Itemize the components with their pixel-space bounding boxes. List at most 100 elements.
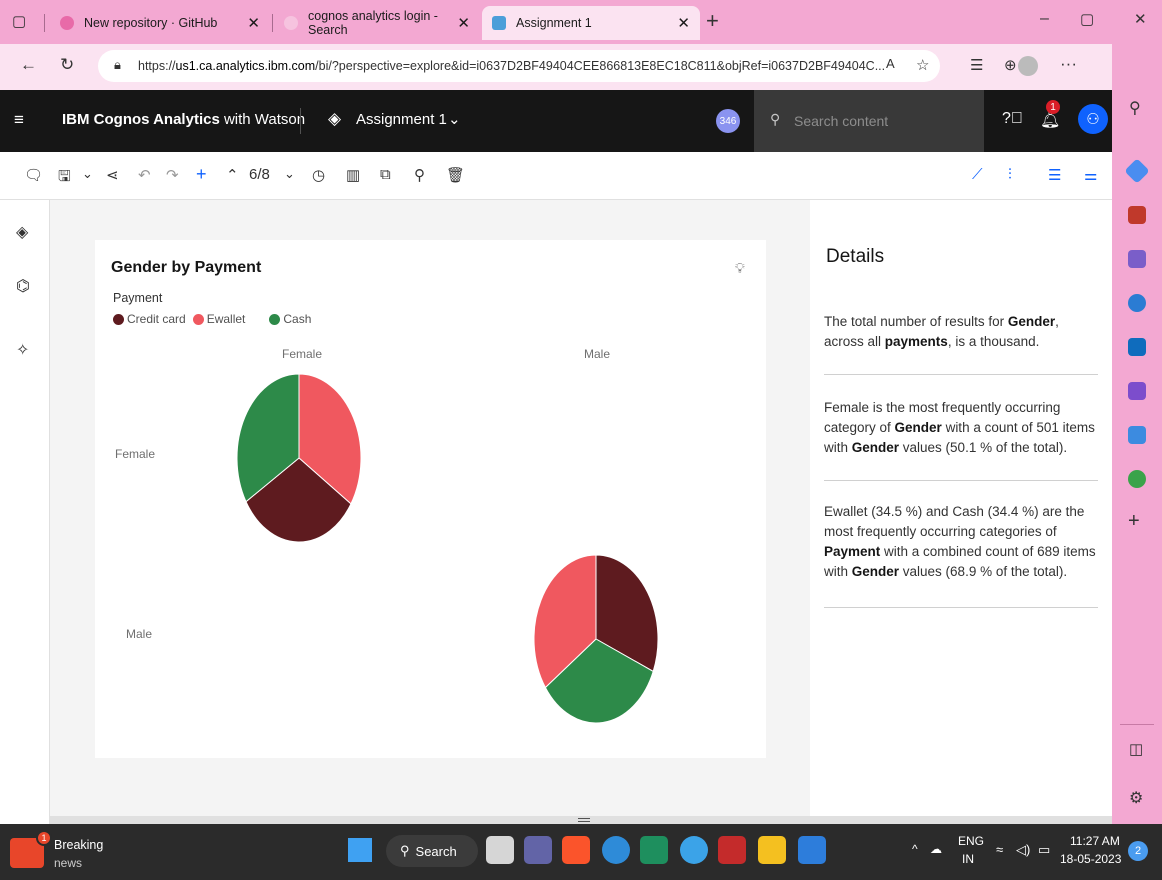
store-icon[interactable] [640, 836, 668, 864]
line-chart-icon[interactable]: ⟋ [972, 166, 983, 183]
history-icon[interactable]: ◷ [312, 166, 325, 184]
taskbar-search[interactable]: ⚲ Search [386, 835, 478, 867]
windows-start-icon[interactable] [348, 838, 372, 862]
add-icon[interactable]: + [1128, 510, 1140, 533]
search-icon[interactable]: ⚲ [1129, 98, 1141, 118]
divider [824, 374, 1098, 375]
settings-gear-icon[interactable]: ⚙ [1129, 788, 1143, 808]
chevron-up-icon[interactable]: ⌃ [226, 166, 239, 184]
volume-icon[interactable]: ◁) [1016, 842, 1030, 858]
tab-actions-icon[interactable]: ▢ [12, 12, 26, 30]
back-icon[interactable]: ← [20, 55, 37, 75]
text-bold: Gender [851, 440, 900, 455]
tree-icon[interactable] [1128, 470, 1146, 488]
telegram-icon[interactable] [1128, 426, 1146, 444]
news-label-1[interactable]: Breaking [54, 838, 103, 852]
user-avatar-icon[interactable]: ⚇ [1078, 104, 1108, 134]
sidebar-toggle-icon[interactable]: ◫ [1129, 740, 1143, 758]
refresh-icon[interactable]: ↻ [60, 55, 74, 75]
news-badge: 1 [36, 830, 52, 846]
save-icon[interactable]: 🖫 [58, 166, 71, 191]
close-icon[interactable]: ✕ [247, 14, 260, 32]
text-bold: Gender [894, 420, 942, 435]
shopping-icon[interactable] [1124, 158, 1150, 184]
close-icon[interactable]: ✕ [677, 14, 690, 32]
undo-icon[interactable]: ↶ [138, 166, 151, 184]
asset-name[interactable]: Assignment 1 [356, 111, 447, 128]
close-icon[interactable]: ✕ [457, 14, 470, 32]
search-favicon-icon [284, 16, 298, 30]
navigate-icon[interactable]: ◈ [16, 222, 28, 242]
hamburger-menu-icon[interactable]: ≡ [14, 110, 24, 130]
clock-time[interactable]: 11:27 AM [1070, 834, 1120, 848]
tools-icon[interactable] [1128, 206, 1146, 224]
chevron-down-icon[interactable]: ⌄ [448, 110, 461, 128]
battery-icon[interactable]: ▭ [1038, 842, 1050, 858]
url-field[interactable]: 🔒︎ https://us1.ca.analytics.ibm.com/bi/?… [98, 50, 940, 82]
minimize-icon[interactable]: – [1040, 10, 1049, 28]
games-icon[interactable] [1128, 250, 1146, 268]
wifi-icon[interactable]: ≈ [996, 842, 1003, 857]
collections-icon[interactable]: ⊕ [1004, 56, 1017, 74]
favorite-star-icon[interactable]: ☆ [916, 56, 929, 74]
share-icon[interactable]: ⋖ [106, 166, 119, 184]
new-tab-icon[interactable]: + [706, 8, 719, 34]
toolbar: 🗨︎ 🖫 ⌄ ⋖ ↶ ↷ + ⌃ 6/8 ⌄ ◷ ▥ ⧉ ⚲ 🗑︎ ⟋ ⫶ ☰ … [0, 152, 1112, 352]
tab-label: New repository · GitHub [84, 16, 218, 30]
chevron-up-icon[interactable]: ^ [912, 842, 918, 856]
divider [824, 607, 1098, 608]
designer-icon[interactable] [1128, 382, 1146, 400]
mail-icon[interactable] [798, 836, 826, 864]
insights-icon[interactable]: ⧉ [380, 166, 391, 183]
tab-label: Assignment 1 [516, 16, 592, 30]
chart-view-icon[interactable]: ▥ [346, 166, 360, 184]
text: , is a thousand. [947, 334, 1040, 349]
help-icon[interactable]: ?⃝ [1002, 110, 1023, 128]
delete-icon[interactable]: 🗑︎ [446, 166, 465, 184]
read-aloud-icon[interactable]: A [886, 56, 895, 71]
teams-icon[interactable] [524, 836, 552, 864]
resize-splitter[interactable] [50, 816, 1112, 824]
tab-assignment[interactable]: Assignment 1 ✕ [482, 6, 700, 40]
office-icon[interactable] [1128, 294, 1146, 312]
brave-icon[interactable] [562, 836, 590, 864]
comment-icon[interactable]: 🗨︎ [24, 166, 43, 184]
edge-icon[interactable] [602, 836, 630, 864]
outlook-icon[interactable] [1128, 338, 1146, 356]
notification-center-badge[interactable]: 2 [1128, 841, 1148, 861]
help-app-icon[interactable] [680, 836, 708, 864]
favorites-icon[interactable]: ☰ [970, 56, 983, 74]
close-window-icon[interactable]: ✕ [1134, 10, 1147, 28]
divider [1120, 724, 1154, 725]
onedrive-icon[interactable]: ☁ [930, 842, 942, 856]
tab-search[interactable]: cognos analytics login - Search ✕ [274, 6, 480, 40]
task-view-icon[interactable] [486, 836, 514, 864]
add-icon[interactable]: + [196, 164, 207, 185]
profile-avatar[interactable] [1018, 56, 1038, 76]
app-header: ≡ IBM Cognos Analytics with Watson ◈ Ass… [0, 90, 1112, 152]
chevron-down-icon[interactable]: ⌄ [82, 166, 93, 182]
text: The total number of results for [824, 314, 1008, 329]
tab-github[interactable]: New repository · GitHub ✕ [50, 6, 270, 40]
details-paragraph-3: Ewallet (34.5 %) and Cash (34.4 %) are t… [824, 502, 1098, 582]
chevron-down-icon[interactable]: ⌄ [284, 166, 295, 182]
text: values (68.9 % of the total). [899, 564, 1068, 579]
pin-icon[interactable]: ✧ [16, 340, 29, 360]
badge-346[interactable]: 346 [716, 109, 740, 133]
details-icon[interactable]: ⫶ [1008, 166, 1012, 183]
more-menu-icon[interactable]: ··· [1060, 54, 1077, 74]
clock-date: 18-05-2023 [1060, 852, 1122, 866]
file-explorer-icon[interactable] [758, 836, 786, 864]
redo-icon[interactable]: ↷ [166, 166, 179, 184]
search-content-input[interactable]: ⚲ Search content [754, 90, 984, 152]
language-1[interactable]: ENG [958, 834, 984, 848]
news-label-2: news [54, 856, 83, 870]
mcafee-icon[interactable] [718, 836, 746, 864]
chart-card[interactable]: Gender by Payment 💡︎ Payment Credit card… [95, 240, 766, 758]
maximize-icon[interactable]: ▢ [1080, 10, 1094, 28]
github-icon [60, 16, 74, 30]
settings-sliders-icon[interactable]: ⚌ [1084, 166, 1097, 184]
pin-icon[interactable]: ⚲ [414, 166, 425, 184]
fields-icon[interactable]: ☰ [1048, 166, 1061, 184]
hierarchy-icon[interactable]: ⌬ [16, 276, 30, 296]
